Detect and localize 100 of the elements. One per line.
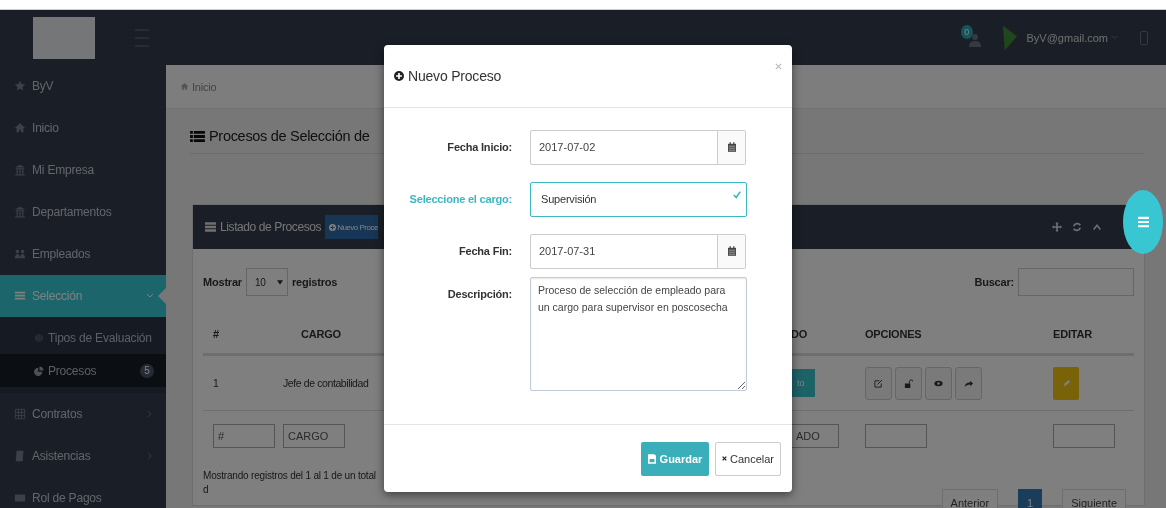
date-field[interactable]: 2017-07-31 [530, 233, 718, 269]
new-process-button[interactable]: Nuevo Proce [325, 215, 378, 239]
sidebar-item-label: Inicio [32, 121, 59, 135]
floppy-icon [647, 453, 656, 464]
count-badge: 5 [140, 363, 154, 378]
sidebar-item[interactable]: Inicio [0, 107, 166, 149]
triangle-icon [1002, 24, 1017, 51]
column-header[interactable]: CARGO [283, 328, 383, 340]
sidebar-item[interactable]: Asistencias [0, 435, 166, 477]
column-header[interactable]: EDITAR [1041, 328, 1134, 340]
book-icon [14, 450, 26, 462]
sidebar-item-label: ByV [32, 79, 54, 93]
sidebar-item-label: Mi Empresa [32, 163, 94, 177]
field-label: Seleccione el cargo: [408, 193, 512, 205]
eye-icon [934, 378, 943, 388]
sidebar-item[interactable]: Departamentos [0, 191, 166, 233]
menu-icon [1137, 216, 1149, 228]
sidebar-item[interactable]: Contratos [0, 393, 166, 435]
field-label: Descripción: [446, 287, 512, 300]
field-label: Fecha Fin: [458, 245, 512, 257]
cargo-select[interactable]: Supervisión [530, 181, 747, 217]
check-icon [733, 191, 741, 199]
submenu-item-label: Procesos [48, 363, 97, 378]
edit-button[interactable] [1053, 366, 1079, 400]
page-title: Procesos de Selección de [209, 128, 370, 144]
close-icon[interactable] [775, 63, 782, 70]
pie-chart-icon [34, 365, 44, 376]
list-icon [205, 222, 216, 232]
submenu-item-label: Tipos de Evaluación [48, 330, 152, 345]
user-menu[interactable]: ByV@gmail.com [1026, 31, 1118, 44]
page-length-select[interactable]: 10 [245, 268, 288, 296]
people-icon [14, 248, 26, 260]
modal-title: Nuevo Proceso [408, 68, 502, 84]
filter-field[interactable] [1053, 424, 1115, 448]
chevron-up-icon[interactable] [1092, 222, 1102, 232]
column-header[interactable]: OPCIONES [851, 328, 1041, 340]
table-cell-text: Jefe de contabilidad [283, 377, 370, 389]
close-icon [722, 455, 727, 462]
building-icon [14, 164, 26, 176]
date-field[interactable]: 2017-07-02 [530, 129, 718, 165]
user-icon[interactable] [968, 32, 981, 47]
table-cell-text: 1 [212, 377, 220, 389]
unlock-icon [904, 378, 913, 388]
grid-icon [14, 408, 26, 420]
submenu-item[interactable]: Tipos de Evaluación [0, 321, 166, 354]
search-label: Buscar: [974, 276, 1014, 288]
house-icon [180, 82, 189, 91]
status-button[interactable]: to [791, 369, 815, 397]
save-button[interactable]: Guardar [641, 441, 709, 476]
plus-icon [329, 223, 337, 231]
sidebar-item-label: Empleados [32, 247, 91, 261]
filter-field[interactable]: # [213, 424, 275, 448]
caret-icon [276, 279, 283, 285]
column-header[interactable]: DO [791, 328, 851, 340]
sidebar-item-label: Contratos [32, 407, 83, 421]
view-button[interactable] [925, 366, 952, 400]
sidebar-item[interactable]: ByV [0, 65, 166, 107]
chevron-icon [1111, 35, 1118, 40]
pointer-notch [158, 288, 166, 304]
share-button[interactable] [955, 366, 982, 400]
panel-title: Listado de Procesos [220, 220, 322, 234]
pencil-icon [1061, 378, 1071, 388]
sidebar-item[interactable]: Empleados [0, 233, 166, 275]
column-header[interactable]: # [203, 328, 283, 340]
field-label: Fecha Inicio: [446, 141, 512, 153]
records-info: Mostrando registros del 1 al 1 de un total d [203, 469, 377, 497]
sidebar-item-label: Rol de Pagos [32, 491, 102, 505]
filter-field[interactable]: CARGO [283, 424, 345, 448]
page-button[interactable]: 1 [1018, 489, 1043, 508]
records-label: registros [291, 276, 338, 288]
building-icon [14, 206, 26, 218]
notification-badge: 0 [960, 24, 973, 39]
sidebar-item[interactable]: Rol de Pagos [0, 477, 166, 508]
edit-note-icon [874, 378, 883, 388]
description-field[interactable]: Proceso de selección de empleado para un cargo para supervisor en poscosecha [530, 277, 747, 391]
sidebar-item[interactable]: Mi Empresa [0, 149, 166, 191]
breadcrumb-link[interactable]: Inicio [192, 80, 217, 93]
calendar-icon [727, 142, 736, 152]
refresh-icon[interactable] [1072, 222, 1082, 232]
calendar-addon[interactable] [718, 129, 746, 165]
list-icon [190, 129, 205, 143]
house-icon [14, 122, 26, 134]
search-field[interactable] [1018, 268, 1134, 296]
menu-button[interactable] [1123, 190, 1163, 254]
filter-field[interactable] [865, 424, 927, 448]
star-icon [14, 80, 26, 92]
phone-icon[interactable] [1140, 30, 1148, 45]
unlock-button[interactable] [895, 366, 922, 400]
sidebar-item-label: Departamentos [32, 205, 112, 219]
cancel-button[interactable]: Cancelar [715, 441, 781, 476]
filter-field[interactable]: ADO [791, 424, 839, 448]
submenu-item[interactable]: Procesos 5 [0, 354, 166, 387]
move-icon[interactable] [1052, 222, 1062, 232]
previous-button[interactable]: Anterior [941, 489, 999, 508]
logo-placeholder[interactable] [33, 16, 95, 59]
list-icon [14, 290, 26, 302]
calendar-addon[interactable] [718, 233, 746, 269]
edit-note-button[interactable] [865, 366, 892, 400]
sidebar-item-label: Selección [32, 289, 83, 303]
plus-circle-icon [394, 71, 404, 81]
